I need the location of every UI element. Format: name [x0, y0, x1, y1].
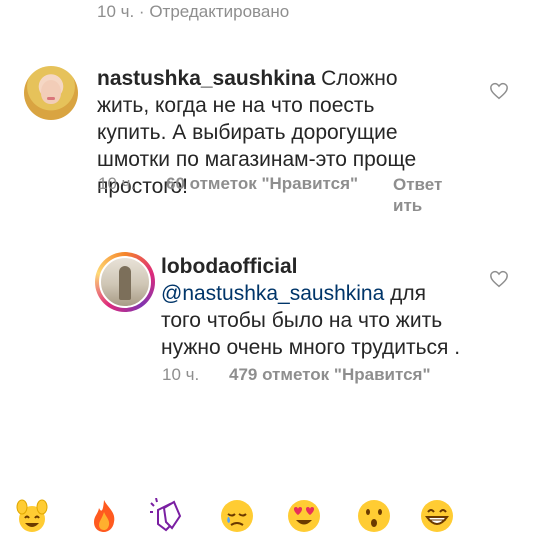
like-heart-icon[interactable] — [489, 82, 509, 100]
likes-count[interactable]: 60 отметок "Нравится" — [166, 174, 358, 194]
comment-username[interactable]: nastushka_saushkina — [97, 67, 315, 90]
surprised-face-icon[interactable] — [356, 498, 392, 534]
crying-face-icon[interactable] — [219, 498, 255, 534]
fire-icon[interactable] — [86, 498, 122, 534]
previous-comment-meta: 10 ч. · Отредактировано — [97, 2, 290, 21]
like-heart-icon[interactable] — [489, 270, 509, 288]
avatar[interactable] — [99, 256, 151, 308]
comment-username[interactable]: lobodaofficial — [161, 253, 461, 280]
likes-count[interactable]: 479 отметок "Нравится" — [229, 365, 431, 385]
heart-eyes-icon[interactable] — [286, 498, 322, 534]
emoji-bar — [0, 490, 540, 540]
grinning-face-icon[interactable] — [419, 498, 455, 534]
comment-text: lobodaofficial @nastushka_saushkina для … — [161, 253, 461, 361]
raised-hands-icon[interactable] — [14, 498, 50, 534]
avatar[interactable] — [24, 66, 78, 120]
mention-link[interactable]: @nastushka_saushkina — [161, 282, 384, 305]
clapping-hands-icon[interactable] — [150, 498, 186, 534]
comment-time: 10 ч. — [98, 174, 136, 193]
comment-time: 10 ч. — [162, 365, 200, 384]
reply-button[interactable]: Ответ ить — [393, 174, 442, 216]
